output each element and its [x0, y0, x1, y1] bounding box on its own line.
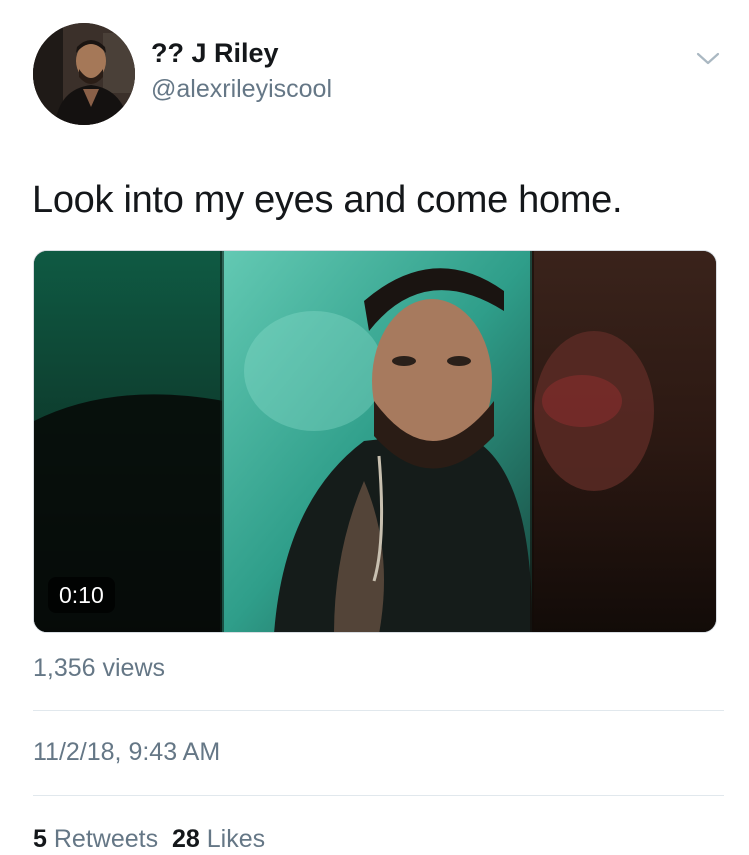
tweet-text: Look into my eyes and come home. — [32, 179, 623, 221]
video-thumbnail — [34, 251, 716, 632]
avatar-photo — [33, 23, 135, 125]
engagement-stats: 5 Retweets 28 Likes — [33, 823, 265, 855]
retweets-stat[interactable]: 5 Retweets — [33, 825, 158, 853]
likes-label: Likes — [206, 825, 266, 853]
likes-stat[interactable]: 28 Likes — [172, 825, 265, 853]
view-count: 1,356 views — [33, 654, 166, 682]
author-handle[interactable]: @alexrileyiscool — [151, 74, 332, 104]
author-display-name[interactable]: ?? J Riley — [151, 37, 279, 69]
avatar[interactable] — [33, 23, 135, 125]
retweets-count: 5 — [33, 825, 47, 853]
likes-count: 28 — [171, 825, 200, 853]
tweet-timestamp[interactable]: 11/2/18, 9:43 AM — [33, 736, 220, 768]
tweet-menu-button[interactable] — [692, 46, 724, 70]
video-duration-badge: 0:10 — [48, 577, 115, 613]
chevron-down-icon — [696, 52, 720, 65]
video-player[interactable] — [33, 250, 717, 633]
divider-bottom — [33, 795, 724, 796]
divider-top — [33, 710, 724, 711]
retweets-label: Retweets — [53, 825, 159, 853]
